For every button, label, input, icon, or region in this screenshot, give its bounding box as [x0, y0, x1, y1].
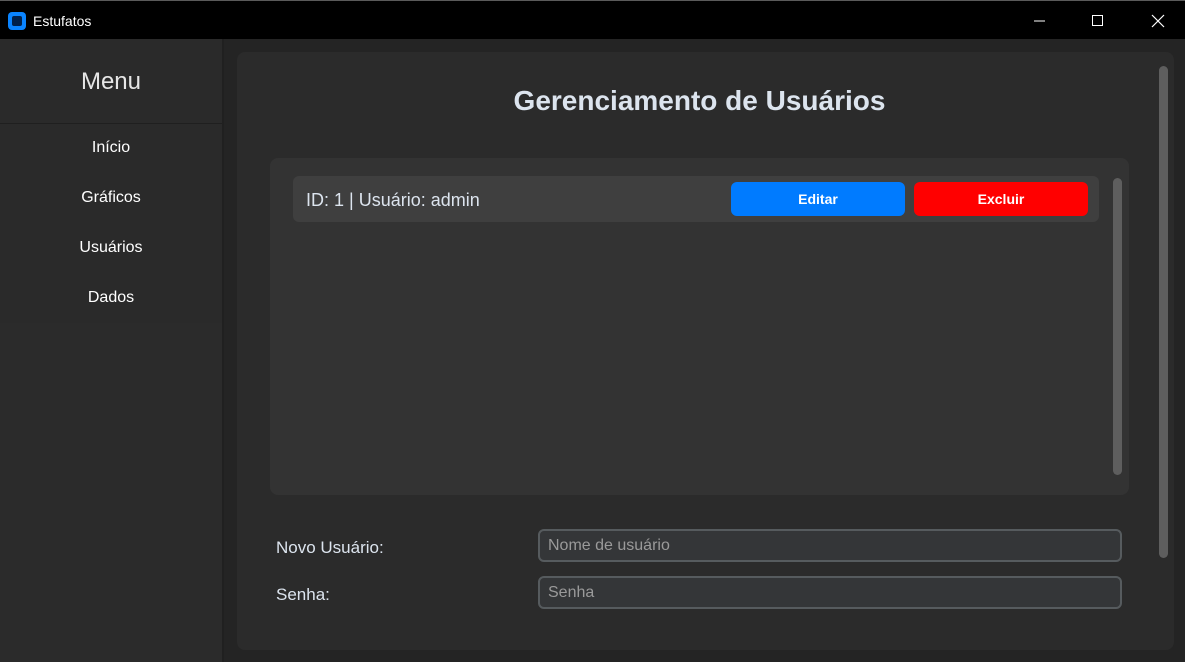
main-panel: Gerenciamento de Usuários ID: 1 | Usuári…: [237, 52, 1174, 650]
page-title: Gerenciamento de Usuários: [513, 85, 886, 116]
new-user-label: Novo Usuário:: [276, 538, 384, 557]
delete-button[interactable]: Excluir: [914, 182, 1088, 216]
maximize-button[interactable]: [1068, 1, 1128, 40]
sidebar-item-dados[interactable]: Dados: [0, 278, 222, 318]
password-label: Senha:: [276, 585, 330, 604]
sidebar-title: Menu: [80, 68, 142, 95]
sidebar-item-graficos[interactable]: Gráficos: [0, 178, 222, 218]
username-input[interactable]: [538, 529, 1122, 562]
sidebar-menu-panel: Menu Início Gráficos Usuários Dados: [0, 39, 222, 323]
sidebar-item-usuarios[interactable]: Usuários: [0, 228, 222, 268]
window-titlebar: Estufatos: [0, 0, 1185, 39]
app-icon: [8, 12, 26, 30]
user-info: ID: 1 | Usuário: admin: [306, 190, 480, 210]
user-list-scrollbar[interactable]: [1113, 178, 1122, 475]
user-list: ID: 1 | Usuário: admin Editar Excluir: [270, 158, 1129, 495]
password-input[interactable]: [538, 576, 1122, 609]
sidebar-divider: [0, 123, 222, 124]
sidebar: Menu Início Gráficos Usuários Dados: [0, 39, 224, 662]
minimize-icon: [1034, 20, 1045, 21]
close-icon: [1151, 14, 1165, 27]
list-item: ID: 1 | Usuário: admin Editar Excluir: [293, 176, 1099, 222]
window-title: Estufatos: [33, 13, 92, 29]
sidebar-item-inicio[interactable]: Início: [0, 128, 222, 168]
minimize-button[interactable]: [1010, 1, 1070, 40]
edit-button[interactable]: Editar: [731, 182, 905, 216]
close-button[interactable]: [1128, 1, 1185, 40]
main-scrollbar[interactable]: [1159, 66, 1168, 558]
maximize-icon: [1092, 14, 1103, 26]
